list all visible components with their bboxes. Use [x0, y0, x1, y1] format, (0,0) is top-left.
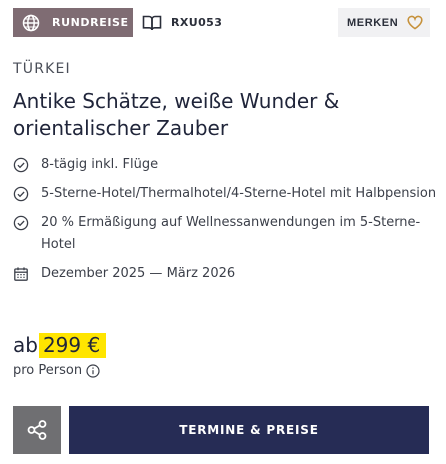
termine-preise-button[interactable]: TERMINE & PREISE — [69, 406, 429, 454]
per-person-label: pro Person — [13, 363, 83, 378]
price-prefix: ab — [13, 333, 38, 357]
check-circle-icon — [13, 157, 29, 173]
book-icon — [142, 14, 162, 32]
feature-item: 8-tägig inkl. Flüge — [13, 154, 438, 176]
trip-title: Antike Schätze, weiße Wunder & orientali… — [13, 89, 340, 140]
check-circle-icon — [13, 215, 29, 231]
share-icon — [26, 419, 48, 441]
price-value: 299 € — [38, 333, 107, 358]
feature-text: Dezember 2025 — März 2026 — [41, 266, 236, 281]
globe-icon — [22, 14, 40, 32]
merken-label: MERKEN — [347, 16, 399, 29]
feature-item: 5-Sterne-Hotel/Thermalhotel/4-Sterne-Hot… — [13, 183, 438, 205]
feature-text: 8-tägig inkl. Flüge — [41, 157, 159, 172]
country-label: TÜRKEI — [13, 61, 71, 77]
merken-button[interactable]: MERKEN — [338, 8, 430, 37]
share-button[interactable] — [13, 406, 61, 454]
feature-item: 20 % Ermäßigung auf Wellnessanwendungen … — [13, 212, 438, 256]
check-circle-icon — [13, 186, 29, 202]
trip-type-badge: RUNDREISE — [13, 8, 133, 37]
price-block: ab 299 € — [13, 333, 107, 358]
feature-text: 5-Sterne-Hotel/Thermalhotel/4-Sterne-Hot… — [41, 186, 437, 201]
badge-label: RUNDREISE — [52, 16, 129, 29]
trip-code: RXU053 — [142, 8, 222, 37]
per-person-note: pro Person — [13, 363, 100, 378]
trip-code-label: RXU053 — [171, 16, 223, 29]
feature-list: 8-tägig inkl. Flüge 5-Sterne-Hotel/Therm… — [13, 154, 438, 285]
info-icon[interactable] — [86, 363, 100, 378]
calendar-icon — [13, 266, 29, 282]
heart-icon — [407, 15, 423, 30]
feature-text: 20 % Ermäßigung auf Wellnessanwendungen … — [41, 215, 421, 252]
card-header: RUNDREISE RXU053 MERKEN — [13, 8, 430, 37]
feature-item-dates: Dezember 2025 — März 2026 — [13, 263, 438, 285]
